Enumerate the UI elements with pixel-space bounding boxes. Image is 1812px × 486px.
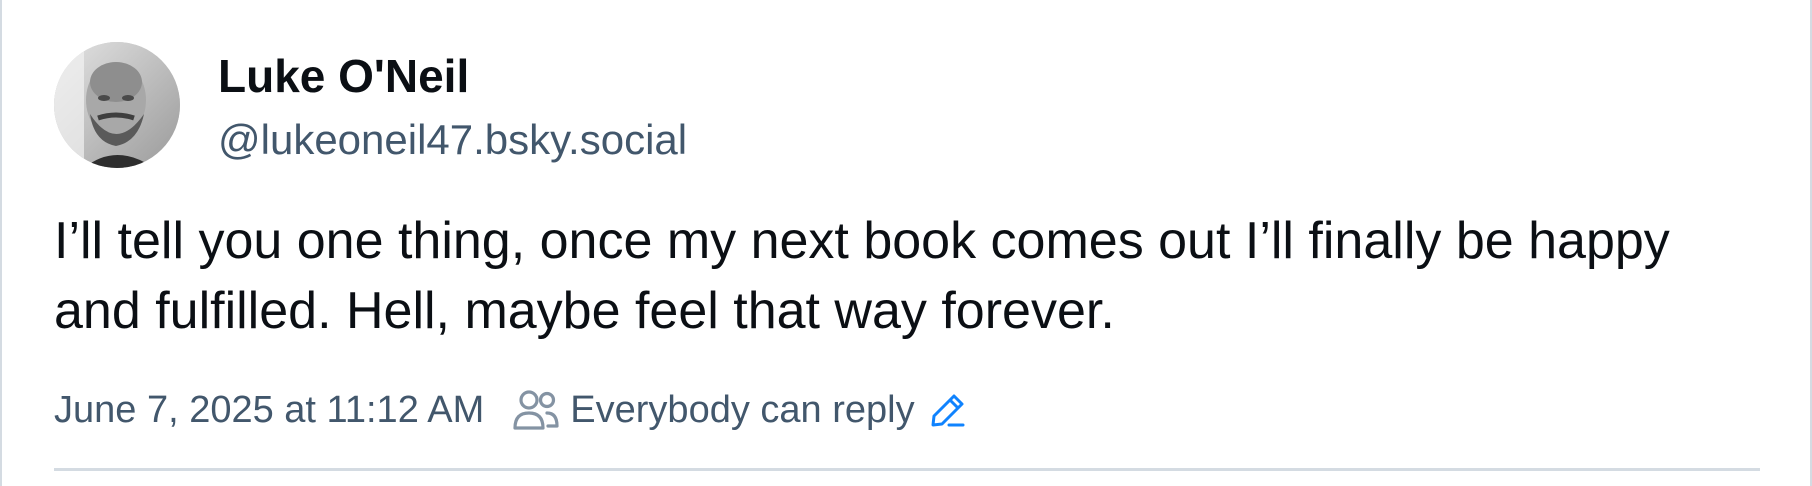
pencil-icon[interactable] xyxy=(929,391,967,429)
post-meta: June 7, 2025 at 11:12 AM Everybody can r… xyxy=(54,382,967,438)
author-avatar[interactable] xyxy=(54,42,180,168)
reply-setting-label[interactable]: Everybody can reply xyxy=(570,389,914,432)
people-icon xyxy=(512,388,560,432)
divider xyxy=(54,468,1760,471)
post-text: I’ll tell you one thing, once my next bo… xyxy=(54,212,1670,340)
author-display-name[interactable]: Luke O'Neil xyxy=(218,46,469,106)
author-handle[interactable]: @lukeoneil47.bsky.social xyxy=(218,110,687,170)
post-card: Luke O'Neil @lukeoneil47.bsky.social I’l… xyxy=(0,0,1812,486)
avatar-photo xyxy=(54,42,180,168)
post-timestamp[interactable]: June 7, 2025 at 11:12 AM xyxy=(54,389,484,432)
